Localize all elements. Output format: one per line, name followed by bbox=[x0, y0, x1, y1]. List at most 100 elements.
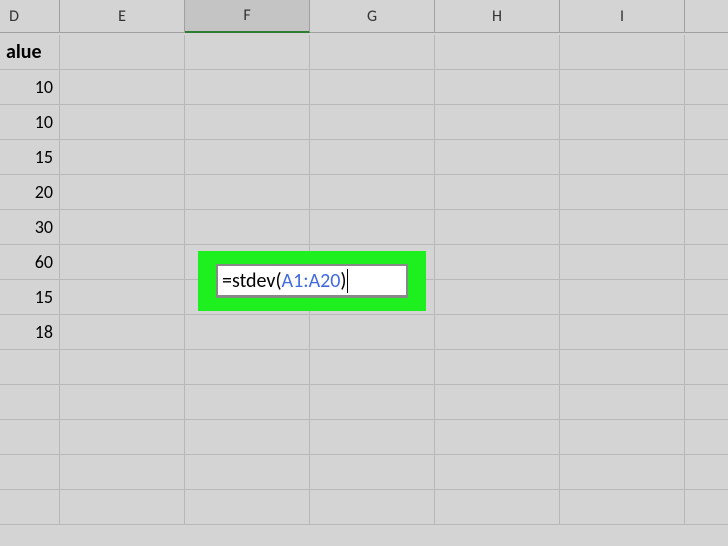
cell-h1[interactable] bbox=[435, 35, 560, 70]
cell-end1[interactable] bbox=[685, 35, 728, 70]
cell-end11[interactable] bbox=[685, 385, 728, 420]
cell-g1[interactable] bbox=[310, 35, 435, 70]
cell-end2[interactable] bbox=[685, 70, 728, 105]
cell-f4[interactable] bbox=[185, 140, 310, 175]
cell-end7[interactable] bbox=[685, 245, 728, 280]
cell-i4[interactable] bbox=[560, 140, 685, 175]
cell-end12[interactable] bbox=[685, 420, 728, 455]
column-header-end[interactable] bbox=[685, 0, 728, 33]
cell-d2[interactable]: 10 bbox=[0, 70, 60, 105]
cell-g10[interactable] bbox=[310, 350, 435, 385]
cell-h3[interactable] bbox=[435, 105, 560, 140]
column-header-i[interactable]: I bbox=[560, 0, 685, 33]
cell-d8[interactable]: 15 bbox=[0, 280, 60, 315]
cell-i9[interactable] bbox=[560, 315, 685, 350]
cell-h10[interactable] bbox=[435, 350, 560, 385]
cell-f14[interactable] bbox=[185, 490, 310, 525]
column-header-g[interactable]: G bbox=[310, 0, 435, 33]
cell-d10[interactable] bbox=[0, 350, 60, 385]
cell-d14[interactable] bbox=[0, 490, 60, 525]
cell-i3[interactable] bbox=[560, 105, 685, 140]
cell-f5[interactable] bbox=[185, 175, 310, 210]
cell-f1[interactable] bbox=[185, 35, 310, 70]
cell-e14[interactable] bbox=[60, 490, 185, 525]
cell-end9[interactable] bbox=[685, 315, 728, 350]
column-header-e[interactable]: E bbox=[60, 0, 185, 33]
cell-d12[interactable] bbox=[0, 420, 60, 455]
cell-end13[interactable] bbox=[685, 455, 728, 490]
cell-g4[interactable] bbox=[310, 140, 435, 175]
cell-end5[interactable] bbox=[685, 175, 728, 210]
cell-g6[interactable] bbox=[310, 210, 435, 245]
column-header-h[interactable]: H bbox=[435, 0, 560, 33]
cell-f9[interactable] bbox=[185, 315, 310, 350]
cell-d5[interactable]: 20 bbox=[0, 175, 60, 210]
cell-e6[interactable] bbox=[60, 210, 185, 245]
cell-i13[interactable] bbox=[560, 455, 685, 490]
cell-end6[interactable] bbox=[685, 210, 728, 245]
cell-f10[interactable] bbox=[185, 350, 310, 385]
cell-end14[interactable] bbox=[685, 490, 728, 525]
cell-h5[interactable] bbox=[435, 175, 560, 210]
cell-i10[interactable] bbox=[560, 350, 685, 385]
cell-d1[interactable]: alue bbox=[0, 35, 60, 70]
cell-g12[interactable] bbox=[310, 420, 435, 455]
cell-h11[interactable] bbox=[435, 385, 560, 420]
cell-e3[interactable] bbox=[60, 105, 185, 140]
column-header-f[interactable]: F bbox=[185, 0, 310, 33]
cell-f3[interactable] bbox=[185, 105, 310, 140]
cell-e7[interactable] bbox=[60, 245, 185, 280]
cell-e11[interactable] bbox=[60, 385, 185, 420]
cell-h12[interactable] bbox=[435, 420, 560, 455]
cell-h2[interactable] bbox=[435, 70, 560, 105]
cell-e5[interactable] bbox=[60, 175, 185, 210]
cell-h7[interactable] bbox=[435, 245, 560, 280]
cell-g9[interactable] bbox=[310, 315, 435, 350]
cell-h8[interactable] bbox=[435, 280, 560, 315]
cell-e1[interactable] bbox=[60, 35, 185, 70]
cell-end8[interactable] bbox=[685, 280, 728, 315]
cell-h13[interactable] bbox=[435, 455, 560, 490]
cell-g14[interactable] bbox=[310, 490, 435, 525]
cell-i14[interactable] bbox=[560, 490, 685, 525]
cell-f2[interactable] bbox=[185, 70, 310, 105]
cell-e10[interactable] bbox=[60, 350, 185, 385]
formula-input[interactable]: =stdev(A1:A20) bbox=[216, 264, 408, 298]
cell-d6[interactable]: 30 bbox=[0, 210, 60, 245]
cell-g11[interactable] bbox=[310, 385, 435, 420]
cell-g3[interactable] bbox=[310, 105, 435, 140]
cell-d11[interactable] bbox=[0, 385, 60, 420]
cell-g13[interactable] bbox=[310, 455, 435, 490]
cell-f12[interactable] bbox=[185, 420, 310, 455]
cell-h6[interactable] bbox=[435, 210, 560, 245]
cell-i11[interactable] bbox=[560, 385, 685, 420]
cell-end3[interactable] bbox=[685, 105, 728, 140]
cell-e13[interactable] bbox=[60, 455, 185, 490]
cell-g2[interactable] bbox=[310, 70, 435, 105]
cell-d7[interactable]: 60 bbox=[0, 245, 60, 280]
cell-f6[interactable] bbox=[185, 210, 310, 245]
cell-d4[interactable]: 15 bbox=[0, 140, 60, 175]
cell-i8[interactable] bbox=[560, 280, 685, 315]
cell-e4[interactable] bbox=[60, 140, 185, 175]
cell-i2[interactable] bbox=[560, 70, 685, 105]
cell-e8[interactable] bbox=[60, 280, 185, 315]
cell-e12[interactable] bbox=[60, 420, 185, 455]
cell-end10[interactable] bbox=[685, 350, 728, 385]
cell-h4[interactable] bbox=[435, 140, 560, 175]
cell-f13[interactable] bbox=[185, 455, 310, 490]
cell-d13[interactable] bbox=[0, 455, 60, 490]
cell-i5[interactable] bbox=[560, 175, 685, 210]
cell-i7[interactable] bbox=[560, 245, 685, 280]
cell-h14[interactable] bbox=[435, 490, 560, 525]
cell-end4[interactable] bbox=[685, 140, 728, 175]
cell-e2[interactable] bbox=[60, 70, 185, 105]
cell-f11[interactable] bbox=[185, 385, 310, 420]
cell-e9[interactable] bbox=[60, 315, 185, 350]
cell-i12[interactable] bbox=[560, 420, 685, 455]
column-header-d[interactable]: D bbox=[0, 0, 60, 33]
cell-d3[interactable]: 10 bbox=[0, 105, 60, 140]
cell-d9[interactable]: 18 bbox=[0, 315, 60, 350]
cell-h9[interactable] bbox=[435, 315, 560, 350]
cell-i6[interactable] bbox=[560, 210, 685, 245]
